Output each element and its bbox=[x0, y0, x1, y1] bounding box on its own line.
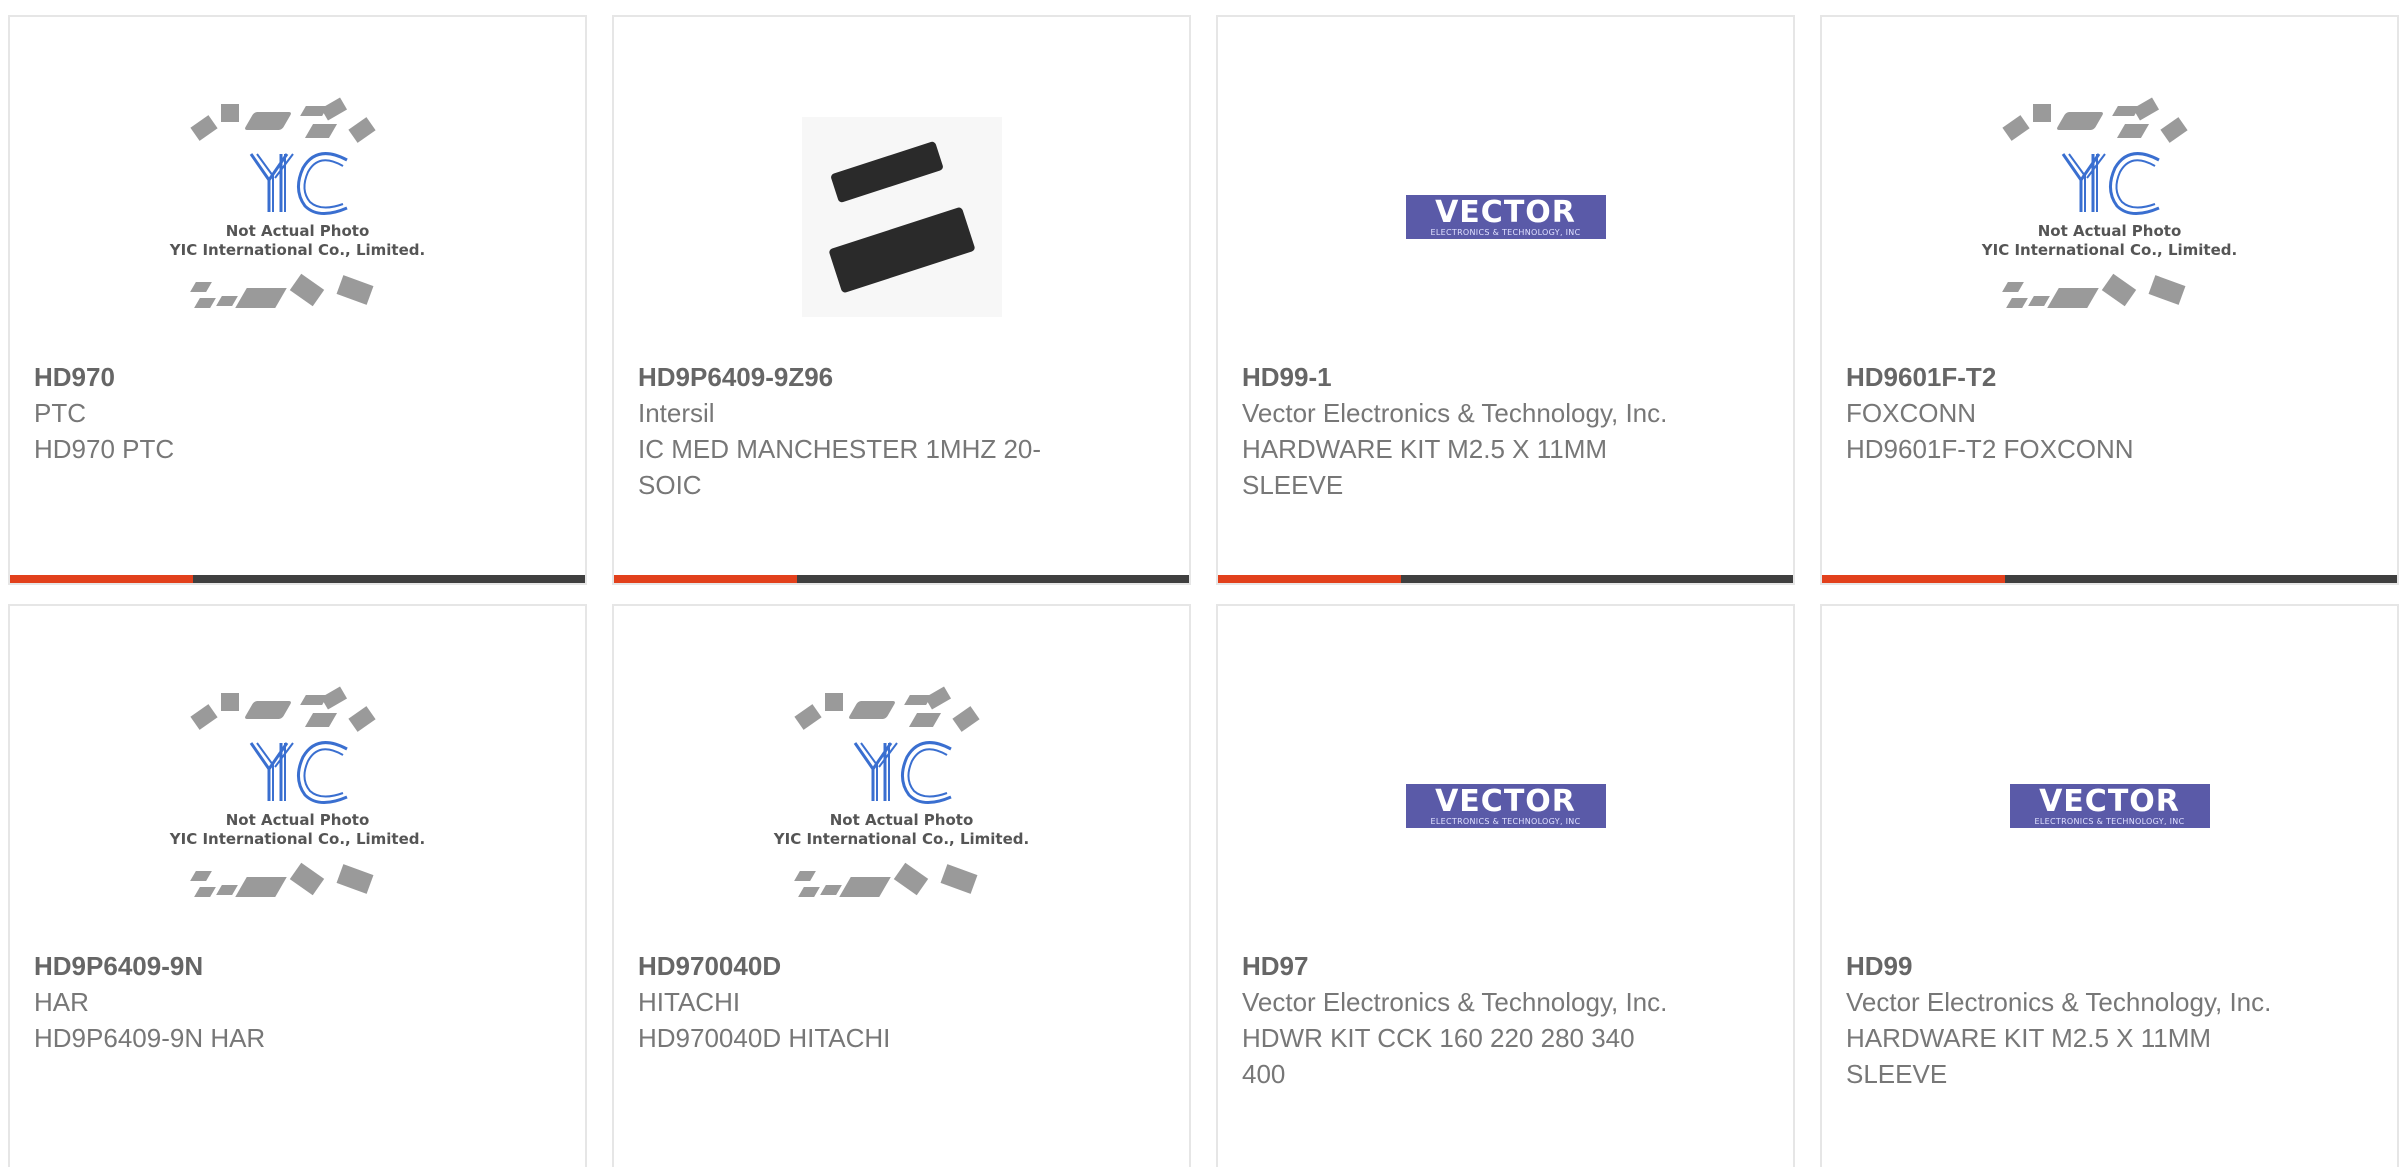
yic-logo-icon bbox=[853, 741, 952, 804]
part-number-link[interactable]: HD9601F-T2 bbox=[1846, 359, 2286, 395]
placeholder-line1: Not Actual Photo bbox=[829, 811, 974, 829]
part-number-link[interactable]: HD9P6409-9N bbox=[34, 948, 474, 984]
product-image[interactable]: Not Actual Photo YIC International Co., … bbox=[10, 72, 585, 362]
manufacturer: Vector Electronics & Technology, Inc. bbox=[1846, 987, 2272, 1017]
placeholder-line2: YIC International Co., Limited. bbox=[169, 830, 426, 848]
description: HARDWARE KIT M2.5 X 11MM SLEEVE bbox=[1242, 434, 1608, 500]
placeholder-line2: YIC International Co., Limited. bbox=[169, 241, 426, 259]
card-accent bbox=[1822, 575, 2005, 583]
manufacturer: Vector Electronics & Technology, Inc. bbox=[1242, 398, 1668, 428]
yic-logo-icon bbox=[249, 741, 348, 804]
product-info: HD970040D HITACHI HD970040D HITACHI bbox=[638, 948, 1078, 1056]
product-info: HD9P6409-9N HAR HD9P6409-9N HAR bbox=[34, 948, 474, 1056]
part-number-link[interactable]: HD97 bbox=[1242, 948, 1682, 984]
description: HD970040D HITACHI bbox=[638, 1023, 891, 1053]
placeholder-line2: YIC International Co., Limited. bbox=[773, 830, 1030, 848]
product-image[interactable] bbox=[614, 72, 1189, 362]
card-bottom-bar bbox=[1218, 575, 1793, 583]
product-card[interactable]: Not Actual Photo YIC International Co., … bbox=[612, 604, 1191, 1167]
card-accent bbox=[1218, 575, 1401, 583]
product-image[interactable]: VECTOR ELECTRONICS & TECHNOLOGY, INC bbox=[1822, 661, 2397, 951]
part-number-link[interactable]: HD970040D bbox=[638, 948, 1078, 984]
product-info: HD99-1 Vector Electronics & Technology, … bbox=[1242, 359, 1682, 503]
product-card[interactable]: Not Actual Photo YIC International Co., … bbox=[1820, 15, 2399, 585]
product-info: HD97 Vector Electronics & Technology, In… bbox=[1242, 948, 1682, 1092]
vector-logo-title: VECTOR bbox=[2039, 783, 2180, 819]
part-number-link[interactable]: HD99 bbox=[1846, 948, 2286, 984]
vector-logo-subtitle: ELECTRONICS & TECHNOLOGY, INC bbox=[2034, 816, 2185, 826]
yic-logo-icon bbox=[2061, 152, 2160, 215]
product-image[interactable]: Not Actual Photo YIC International Co., … bbox=[1822, 72, 2397, 362]
placeholder-line1: Not Actual Photo bbox=[225, 811, 370, 829]
vector-logo-subtitle: ELECTRONICS & TECHNOLOGY, INC bbox=[1430, 227, 1581, 237]
card-bottom-bar bbox=[1822, 575, 2397, 583]
vector-logo-image: VECTOR ELECTRONICS & TECHNOLOGY, INC bbox=[1405, 194, 1606, 239]
vector-logo-title: VECTOR bbox=[1435, 783, 1576, 819]
manufacturer: HAR bbox=[34, 987, 89, 1017]
product-info: HD99 Vector Electronics & Technology, In… bbox=[1846, 948, 2286, 1092]
product-info: HD9P6409-9Z96 Intersil IC MED MANCHESTER… bbox=[638, 359, 1078, 503]
card-bottom-bar bbox=[614, 575, 1189, 583]
description: HDWR KIT CCK 160 220 280 340 400 bbox=[1242, 1023, 1635, 1089]
product-image[interactable]: Not Actual Photo YIC International Co., … bbox=[10, 661, 585, 951]
description: HD9P6409-9N HAR bbox=[34, 1023, 266, 1053]
part-number-link[interactable]: HD99-1 bbox=[1242, 359, 1682, 395]
product-card[interactable]: Not Actual Photo YIC International Co., … bbox=[8, 15, 587, 585]
card-accent bbox=[10, 575, 193, 583]
product-image[interactable]: VECTOR ELECTRONICS & TECHNOLOGY, INC bbox=[1218, 661, 1793, 951]
soic-chip-photo bbox=[801, 117, 1002, 317]
placeholder-notice: Not Actual Photo YIC International Co., … bbox=[1975, 222, 2245, 260]
yic-placeholder-image: Not Actual Photo YIC International Co., … bbox=[163, 92, 433, 342]
manufacturer: HITACHI bbox=[638, 987, 741, 1017]
product-info: HD9601F-T2 FOXCONN HD9601F-T2 FOXCONN bbox=[1846, 359, 2286, 467]
manufacturer: Intersil bbox=[638, 398, 715, 428]
placeholder-line1: Not Actual Photo bbox=[225, 222, 370, 240]
manufacturer: PTC bbox=[34, 398, 86, 428]
product-grid: Not Actual Photo YIC International Co., … bbox=[0, 0, 2400, 1167]
product-card[interactable]: HD9P6409-9Z96 Intersil IC MED MANCHESTER… bbox=[612, 15, 1191, 585]
description: HD9601F-T2 FOXCONN bbox=[1846, 434, 2134, 464]
placeholder-line1: Not Actual Photo bbox=[2037, 222, 2182, 240]
vector-logo-image: VECTOR ELECTRONICS & TECHNOLOGY, INC bbox=[2009, 783, 2210, 828]
description: IC MED MANCHESTER 1MHZ 20-SOIC bbox=[638, 434, 1042, 500]
product-card[interactable]: Not Actual Photo YIC International Co., … bbox=[8, 604, 587, 1167]
vector-logo-title: VECTOR bbox=[1435, 194, 1576, 230]
placeholder-line2: YIC International Co., Limited. bbox=[1981, 241, 2238, 259]
vector-logo-image: VECTOR ELECTRONICS & TECHNOLOGY, INC bbox=[1405, 783, 1606, 828]
manufacturer: Vector Electronics & Technology, Inc. bbox=[1242, 987, 1668, 1017]
description: HARDWARE KIT M2.5 X 11MM SLEEVE bbox=[1846, 1023, 2212, 1089]
product-card[interactable]: VECTOR ELECTRONICS & TECHNOLOGY, INC HD9… bbox=[1216, 15, 1795, 585]
part-number-link[interactable]: HD9P6409-9Z96 bbox=[638, 359, 1078, 395]
yic-placeholder-image: Not Actual Photo YIC International Co., … bbox=[163, 681, 433, 931]
product-image[interactable]: VECTOR ELECTRONICS & TECHNOLOGY, INC bbox=[1218, 72, 1793, 362]
vector-logo-subtitle: ELECTRONICS & TECHNOLOGY, INC bbox=[1430, 816, 1581, 826]
yic-placeholder-image: Not Actual Photo YIC International Co., … bbox=[767, 681, 1037, 931]
part-number-link[interactable]: HD970 bbox=[34, 359, 474, 395]
placeholder-notice: Not Actual Photo YIC International Co., … bbox=[163, 811, 433, 849]
card-bottom-bar bbox=[10, 575, 585, 583]
card-accent bbox=[614, 575, 797, 583]
product-card[interactable]: VECTOR ELECTRONICS & TECHNOLOGY, INC HD9… bbox=[1216, 604, 1795, 1167]
yic-placeholder-image: Not Actual Photo YIC International Co., … bbox=[1975, 92, 2245, 342]
description: HD970 PTC bbox=[34, 434, 175, 464]
placeholder-notice: Not Actual Photo YIC International Co., … bbox=[767, 811, 1037, 849]
placeholder-notice: Not Actual Photo YIC International Co., … bbox=[163, 222, 433, 260]
manufacturer: FOXCONN bbox=[1846, 398, 1976, 428]
yic-logo-icon bbox=[249, 152, 348, 215]
product-image[interactable]: Not Actual Photo YIC International Co., … bbox=[614, 661, 1189, 951]
product-info: HD970 PTC HD970 PTC bbox=[34, 359, 474, 467]
product-card[interactable]: VECTOR ELECTRONICS & TECHNOLOGY, INC HD9… bbox=[1820, 604, 2399, 1167]
